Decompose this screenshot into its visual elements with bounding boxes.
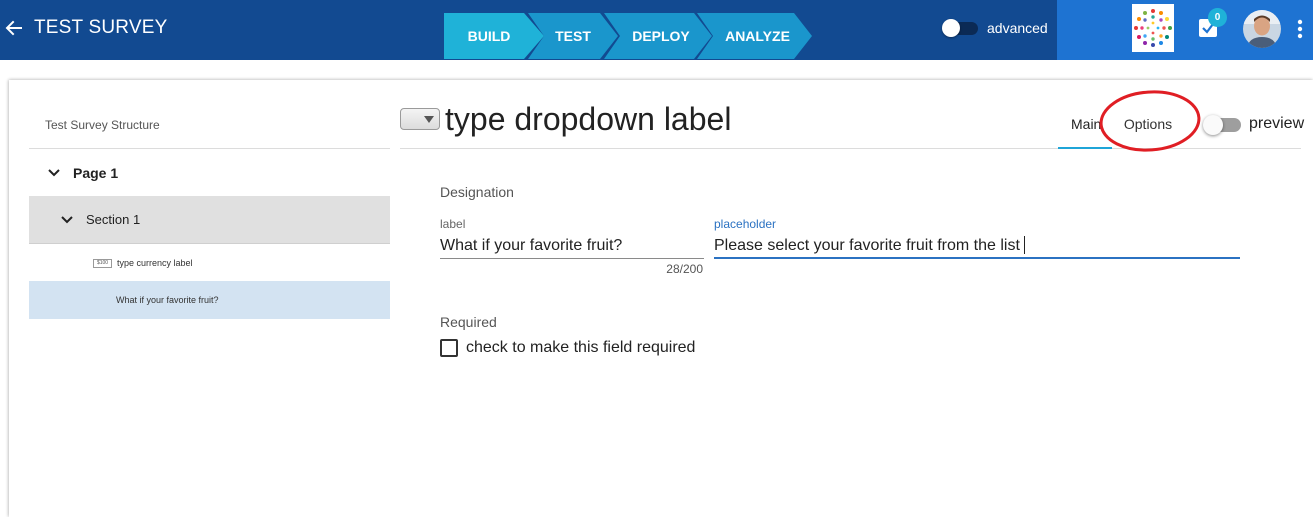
placeholder-field-caption: placeholder xyxy=(714,217,777,231)
text-cursor xyxy=(1024,236,1025,254)
preview-label: preview xyxy=(1249,115,1305,132)
preview-toggle[interactable] xyxy=(1203,114,1241,135)
designation-heading: Designation xyxy=(440,184,514,200)
required-heading: Required xyxy=(440,314,497,330)
step-analyze-label: ANALYZE xyxy=(725,28,790,44)
label-field-caption: label xyxy=(440,217,466,231)
back-arrow-icon[interactable] xyxy=(4,16,24,40)
placeholder-field[interactable] xyxy=(714,234,1240,259)
currency-icon: $100 xyxy=(93,258,112,268)
step-deploy-label: DEPLOY xyxy=(632,28,690,44)
tree-item-question[interactable]: $100 type currency label xyxy=(29,245,390,281)
advanced-label: advanced xyxy=(987,20,1048,36)
user-avatar[interactable] xyxy=(1243,10,1281,48)
question-title: type dropdown label xyxy=(445,101,732,137)
question-type-dropdown[interactable] xyxy=(400,108,440,130)
tree-item-section[interactable]: Section 1 xyxy=(29,196,390,244)
dropdown-arrow-icon xyxy=(424,116,434,123)
required-checkbox-label[interactable]: check to make this field required xyxy=(466,339,695,357)
label-character-counter: 28/200 xyxy=(666,262,703,276)
step-analyze[interactable]: ANALYZE xyxy=(697,13,812,59)
tree-item-question-selected[interactable]: What if your favorite fruit? xyxy=(29,281,390,319)
tasks-count-badge: 0 xyxy=(1208,8,1227,27)
required-checkbox[interactable] xyxy=(440,339,458,357)
step-deploy[interactable]: DEPLOY xyxy=(604,13,712,59)
advanced-toggle[interactable] xyxy=(942,19,978,37)
tree-item-page[interactable]: Page 1 xyxy=(29,149,390,196)
tree-section-label: Section 1 xyxy=(86,212,141,227)
chevron-down-icon[interactable] xyxy=(47,166,61,180)
red-circle-annotation xyxy=(1099,90,1201,152)
step-build-label: BUILD xyxy=(467,28,511,44)
advanced-toggle-knob xyxy=(942,19,960,37)
structure-title: Test Survey Structure xyxy=(45,118,160,132)
step-test-label: TEST xyxy=(555,28,591,44)
tree-question-label: type currency label xyxy=(117,258,193,268)
workflow-steps: BUILD TEST DEPLOY ANALYZE xyxy=(444,13,814,59)
tree-question-label: What if your favorite fruit? xyxy=(116,295,219,305)
label-field[interactable] xyxy=(440,234,704,259)
tree-page-label: Page 1 xyxy=(73,164,119,181)
preview-toggle-knob xyxy=(1203,115,1223,135)
survey-title: TEST SURVEY xyxy=(34,17,168,38)
chevron-down-icon[interactable] xyxy=(60,213,74,227)
brand-logo[interactable] xyxy=(1132,4,1174,52)
more-vert-icon[interactable] xyxy=(1296,18,1304,40)
